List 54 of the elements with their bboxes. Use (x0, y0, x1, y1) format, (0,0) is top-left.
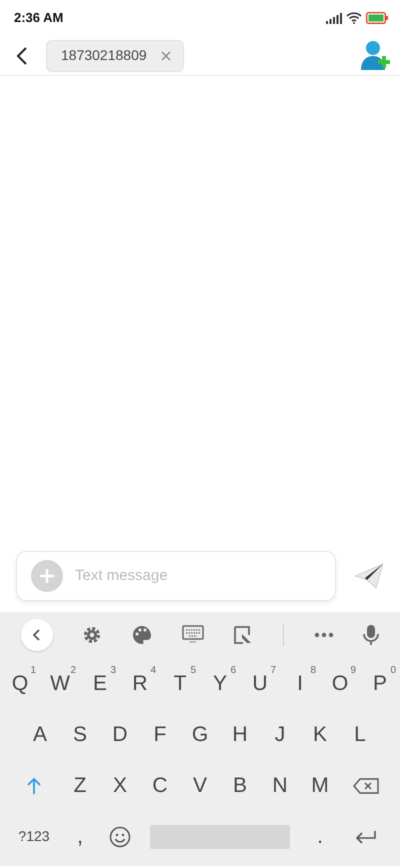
chevron-left-icon (32, 629, 41, 641)
key[interactable]: G (180, 712, 220, 758)
enter-icon (355, 830, 377, 844)
key[interactable]: V (180, 762, 220, 808)
battery-icon (366, 12, 388, 24)
key-hint: 9 (350, 664, 356, 678)
key[interactable]: B (220, 762, 260, 808)
key[interactable]: Z (60, 762, 100, 808)
symbols-key[interactable]: ?123 (8, 814, 60, 860)
close-icon[interactable] (160, 50, 171, 60)
message-field[interactable]: Text message (16, 551, 336, 601)
key-hint: 1 (30, 664, 36, 678)
back-icon[interactable] (16, 46, 28, 66)
key-hint: 7 (270, 664, 276, 678)
key[interactable]: F (140, 712, 180, 758)
add-contact-icon[interactable] (360, 40, 390, 72)
key[interactable]: S (60, 712, 100, 758)
keyboard-icon[interactable] (182, 625, 204, 645)
key[interactable]: A (20, 712, 60, 758)
more-icon[interactable] (314, 632, 334, 638)
backspace-icon (353, 778, 379, 794)
key[interactable]: M (300, 762, 340, 808)
shift-icon (26, 776, 42, 794)
key-hint: 0 (390, 664, 396, 678)
key-hint: 2 (70, 664, 76, 678)
recipient-number: 18730218809 (61, 46, 147, 65)
emoji-icon (109, 826, 131, 848)
key[interactable]: D (100, 712, 140, 758)
recipient-chip[interactable]: 18730218809 (46, 40, 184, 72)
collapse-button[interactable] (20, 619, 53, 651)
key[interactable]: J (260, 712, 300, 758)
key[interactable]: . (300, 814, 340, 860)
key-hint: 3 (110, 664, 116, 678)
key[interactable]: H (220, 712, 260, 758)
send-icon[interactable] (354, 563, 384, 589)
palette-icon[interactable] (132, 625, 152, 645)
key[interactable]: C (140, 762, 180, 808)
status-time: 2:36 AM (14, 9, 64, 28)
key[interactable]: I 8 (280, 660, 320, 706)
key[interactable]: L (340, 712, 380, 758)
key[interactable]: X (100, 762, 140, 808)
microphone-icon[interactable] (363, 624, 380, 646)
key-hint: 8 (310, 664, 316, 678)
key[interactable]: K (300, 712, 340, 758)
resize-icon[interactable] (233, 625, 254, 645)
message-input[interactable]: Text message (73, 564, 321, 588)
signal-icon (326, 12, 342, 24)
key-hint: 4 (150, 664, 156, 678)
settings-icon[interactable] (82, 625, 102, 645)
key[interactable]: N (260, 762, 300, 808)
wifi-icon (346, 12, 362, 24)
key[interactable]: , (60, 814, 100, 860)
key-hint: 5 (190, 664, 196, 678)
key-hint: 6 (230, 664, 236, 678)
